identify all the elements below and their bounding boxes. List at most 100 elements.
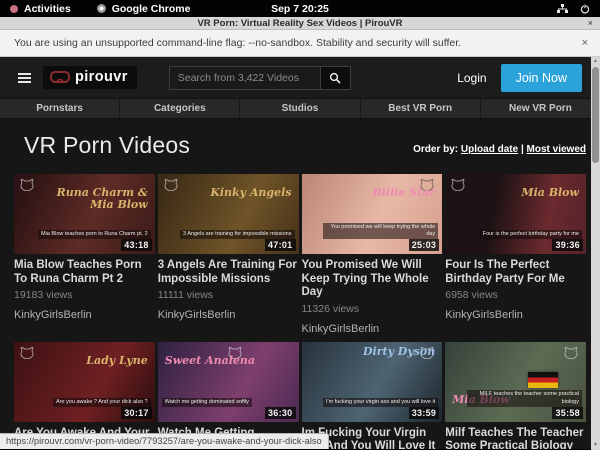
- view-count: 19183 views: [14, 289, 155, 301]
- video-grid: Runa Charm & Mia Blow Mia Blow teaches p…: [14, 174, 586, 449]
- nav-item-new-vr-porn[interactable]: New VR Porn: [480, 99, 600, 118]
- nav-item-studios[interactable]: Studios: [239, 99, 359, 118]
- scrollbar[interactable]: ▲ ▼: [591, 57, 600, 450]
- site-logo[interactable]: pirouvr: [43, 66, 137, 89]
- warning-text: You are using an unsupported command-lin…: [14, 37, 461, 49]
- hamburger-menu-icon[interactable]: [18, 73, 31, 83]
- search-bar: [169, 66, 351, 90]
- scrollbar-thumb[interactable]: [592, 67, 599, 163]
- page-content: VR Porn Videos Order by: Upload date | M…: [0, 119, 600, 449]
- thumbnail-caption: Billie Star: [372, 187, 435, 199]
- video-title[interactable]: Milf Teaches The Teacher Some Practical …: [445, 427, 586, 449]
- duration-badge: 36:30: [265, 407, 296, 419]
- thumbnail-subcaption: Four is the perfect birthday party for m…: [480, 230, 582, 239]
- search-button[interactable]: [321, 66, 351, 90]
- order-by-most-viewed-link[interactable]: Most viewed: [527, 144, 586, 155]
- duration-badge: 30:17: [121, 407, 152, 419]
- duration-badge: 47:01: [265, 239, 296, 251]
- chrome-app-icon: [97, 4, 106, 13]
- thumbnail-subcaption: You promised we will keep trying the who…: [323, 223, 438, 239]
- video-thumbnail[interactable]: Runa Charm & Mia Blow Mia Blow teaches p…: [14, 174, 155, 254]
- video-thumbnail[interactable]: Sweet Analena Watch me getting dominated…: [158, 342, 299, 422]
- studio-watermark-icon: [20, 346, 34, 364]
- studio-link[interactable]: KinkyGirlsBerlin: [158, 309, 299, 322]
- nav-item-pornstars[interactable]: Pornstars: [0, 99, 119, 118]
- site-logo-text: pirouvr: [75, 69, 128, 85]
- thumbnail-caption: Mia Blow: [521, 187, 579, 199]
- duration-badge: 43:18: [121, 239, 152, 251]
- view-count: 11326 views: [302, 303, 443, 315]
- duration-badge: 35:58: [552, 407, 583, 419]
- video-thumbnail[interactable]: Billie Star You promised we will keep tr…: [302, 174, 443, 254]
- activities-button[interactable]: Activities: [24, 3, 71, 15]
- thumbnail-caption: Kinky Angels: [210, 187, 291, 199]
- view-count: 11111 views: [158, 289, 299, 301]
- studio-watermark-icon: [20, 178, 34, 196]
- video-thumbnail[interactable]: Kinky Angels 3 Angels are training for i…: [158, 174, 299, 254]
- video-title[interactable]: You Promised We Will Keep Trying The Who…: [302, 259, 443, 300]
- nav-item-categories[interactable]: Categories: [119, 99, 239, 118]
- thumbnail-caption: Lady Lyne: [86, 355, 148, 367]
- video-title[interactable]: Mia Blow Teaches Porn To Runa Charm Pt 2: [14, 259, 155, 286]
- main-nav: Pornstars Categories Studios Best VR Por…: [0, 98, 600, 119]
- video-thumbnail[interactable]: Mia Blow Four is the perfect birthday pa…: [445, 174, 586, 254]
- scrollbar-up-icon[interactable]: ▲: [591, 57, 600, 66]
- thumbnail-subcaption: I'm fucking your virgin ass and you will…: [323, 398, 438, 407]
- order-by-upload-date-link[interactable]: Upload date: [461, 144, 518, 155]
- studio-watermark-icon: [451, 178, 465, 196]
- order-by-label: Order by:: [413, 144, 458, 155]
- thumbnail-subcaption: Mia Blow teaches porn to Runa Charm pt. …: [38, 230, 151, 239]
- tab-close-icon[interactable]: ×: [588, 18, 593, 28]
- thumbnail-subcaption: 3 Angels are training for impossible mis…: [180, 230, 295, 239]
- network-icon[interactable]: [557, 4, 568, 14]
- studio-link[interactable]: KinkyGirlsBerlin: [445, 309, 586, 322]
- chrome-warning-bar: You are using an unsupported command-lin…: [0, 30, 600, 57]
- scrollbar-down-icon[interactable]: ▼: [591, 441, 600, 450]
- thumbnail-subcaption: Watch me getting dominated softly: [162, 398, 252, 407]
- status-bar-url: https://pirouvr.com/vr-porn-video/779325…: [0, 433, 329, 449]
- thumbnail-caption: Dirty Dyson: [363, 346, 435, 358]
- thumbnail-subcaption: Are you awake ? And your dick also ?: [53, 398, 151, 407]
- video-thumbnail[interactable]: Dirty Dyson I'm fucking your virgin ass …: [302, 342, 443, 422]
- browser-title-bar: VR Porn: Virtual Reality Sex Videos | Pi…: [0, 17, 600, 30]
- video-thumbnail[interactable]: Lady Lyne Are you awake ? And your dick …: [14, 342, 155, 422]
- german-flag-icon: [528, 372, 558, 388]
- view-count: 6958 views: [445, 289, 586, 301]
- video-title[interactable]: 3 Angels Are Training For Impossible Mis…: [158, 259, 299, 286]
- video-card: Kinky Angels 3 Angels are training for i…: [158, 174, 299, 336]
- studio-link[interactable]: KinkyGirlsBerlin: [302, 323, 443, 336]
- studio-watermark-icon: [164, 178, 178, 196]
- duration-badge: 39:36: [552, 239, 583, 251]
- duration-badge: 33:59: [409, 407, 440, 419]
- video-card: Runa Charm & Mia Blow Mia Blow teaches p…: [14, 174, 155, 336]
- order-separator: |: [521, 144, 524, 155]
- page-title: VR Porn Videos: [24, 132, 190, 159]
- video-card: Mia Blow Four is the perfect birthday pa…: [445, 174, 586, 336]
- studio-link[interactable]: KinkyGirlsBerlin: [14, 309, 155, 322]
- video-thumbnail[interactable]: Mia Blow MILF teaches the teacher some p…: [445, 342, 586, 422]
- duration-badge: 25:03: [409, 239, 440, 251]
- web-page: pirouvr Login Join Now Pornstars Categor…: [0, 57, 600, 449]
- system-top-bar: Activities Google Chrome Sep 7 20:25: [0, 0, 600, 17]
- activities-indicator-icon: [10, 5, 18, 13]
- focused-app-menu[interactable]: Google Chrome: [112, 3, 191, 15]
- nav-item-best-vr-porn[interactable]: Best VR Porn: [360, 99, 480, 118]
- video-title[interactable]: Four Is The Perfect Birthday Party For M…: [445, 259, 586, 286]
- thumbnail-caption: Sweet Analena: [165, 355, 255, 367]
- tab-title[interactable]: VR Porn: Virtual Reality Sex Videos | Pi…: [197, 18, 402, 29]
- thumbnail-subcaption: MILF teaches the teacher some practical …: [467, 390, 582, 406]
- video-card: Billie Star You promised we will keep tr…: [302, 174, 443, 336]
- search-icon: [329, 72, 341, 84]
- system-clock[interactable]: Sep 7 20:25: [0, 3, 600, 15]
- join-now-button[interactable]: Join Now: [501, 64, 582, 92]
- order-by-controls: Order by: Upload date | Most viewed: [413, 144, 586, 159]
- studio-watermark-icon: [564, 346, 578, 364]
- vr-goggles-icon: [50, 71, 70, 83]
- power-icon[interactable]: [580, 4, 590, 14]
- search-input[interactable]: [169, 66, 321, 90]
- thumbnail-caption: Runa Charm & Mia Blow: [52, 187, 148, 211]
- warning-close-icon[interactable]: ×: [582, 37, 588, 49]
- login-link[interactable]: Login: [443, 71, 500, 85]
- video-card: Mia Blow MILF teaches the teacher some p…: [445, 342, 586, 449]
- site-header: pirouvr Login Join Now: [0, 57, 600, 98]
